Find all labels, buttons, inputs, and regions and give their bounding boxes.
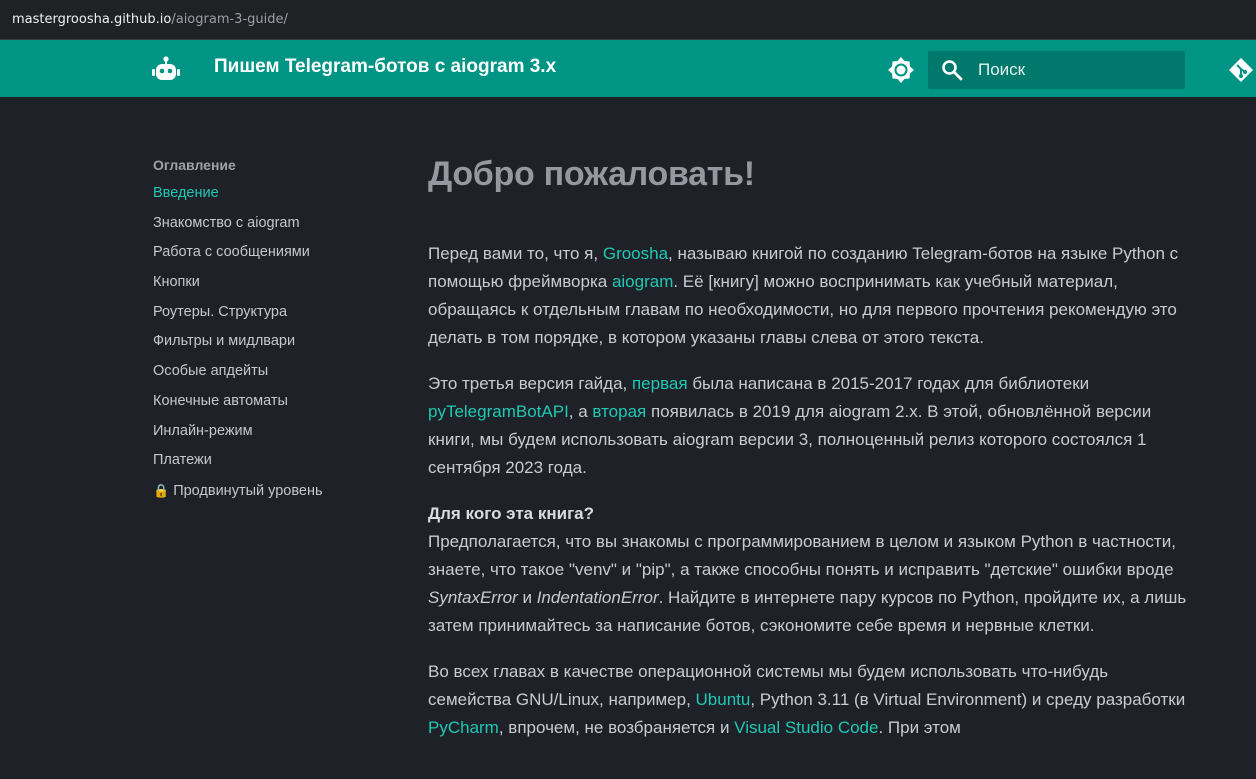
- pytelegrambotapi-link[interactable]: pyTelegramBotAPI: [428, 402, 569, 421]
- audience-heading: Для кого эта книга?: [428, 504, 594, 523]
- aiogram-link[interactable]: aiogram: [612, 272, 673, 291]
- sidebar-item-intro[interactable]: Введение: [153, 185, 393, 215]
- sidebar-item-payments[interactable]: Платежи: [153, 452, 393, 482]
- versions-paragraph: Это третья версия гайда, первая была нап…: [428, 370, 1188, 482]
- git-repo-icon[interactable]: [1228, 57, 1254, 83]
- ubuntu-link[interactable]: Ubuntu: [696, 690, 751, 709]
- article-content: Добро пожаловать! Перед вами то, что я, …: [428, 150, 1188, 742]
- text: , Python 3.11 (в Virtual Environment) и …: [750, 690, 1186, 709]
- vscode-link[interactable]: Visual Studio Code: [734, 718, 878, 737]
- url-host: mastergroosha.github.io: [12, 12, 172, 27]
- toc-title: Оглавление: [153, 157, 236, 173]
- sidebar-item-routers[interactable]: Роутеры. Структура: [153, 304, 393, 334]
- environment-paragraph: Во всех главах в качестве операционной с…: [428, 658, 1188, 742]
- sidebar-item-advanced-label: Продвинутый уровень: [173, 482, 323, 499]
- text: , впрочем, не возбраняется и: [498, 718, 735, 737]
- browser-address-bar[interactable]: mastergroosha.github.io/aiogram-3-guide/: [0, 0, 1256, 40]
- site-header: Пишем Telegram-ботов с aiogram 3.x: [0, 40, 1256, 97]
- search-icon: [942, 60, 963, 81]
- text: Это третья версия гайда,: [428, 374, 632, 393]
- second-version-link[interactable]: вторая: [592, 402, 646, 421]
- url-path: /aiogram-3-guide/: [171, 12, 288, 27]
- syntax-error-text: SyntaxError: [428, 588, 518, 607]
- text: Перед вами то, что я,: [428, 244, 603, 263]
- sidebar-item-inline[interactable]: Инлайн-режим: [153, 423, 393, 453]
- sidebar-item-special-updates[interactable]: Особые апдейты: [153, 363, 393, 393]
- intro-paragraph: Перед вами то, что я, Groosha, называю к…: [428, 240, 1188, 352]
- sidebar-item-buttons[interactable]: Кнопки: [153, 274, 393, 304]
- text: Предполагается, что вы знакомы с програм…: [428, 532, 1176, 579]
- lock-icon: 🔒: [153, 482, 170, 498]
- audience-paragraph: Для кого эта книга? Предполагается, что в…: [428, 500, 1188, 640]
- sidebar-item-advanced[interactable]: 🔒 Продвинутый уровень: [153, 482, 393, 512]
- sidebar-item-aiogram-intro[interactable]: Знакомство с aiogram: [153, 215, 393, 245]
- sidebar-item-filters[interactable]: Фильтры и мидлвари: [153, 333, 393, 363]
- search-input[interactable]: [976, 59, 1170, 81]
- page-title: Добро пожаловать!: [428, 155, 755, 193]
- site-title[interactable]: Пишем Telegram-ботов с aiogram 3.x: [214, 56, 556, 78]
- text: . При этом: [878, 718, 961, 737]
- sidebar-item-messages[interactable]: Работа с сообщениями: [153, 244, 393, 274]
- groosha-link[interactable]: Groosha: [603, 244, 668, 263]
- theme-toggle-icon[interactable]: [888, 57, 914, 83]
- pycharm-link[interactable]: PyCharm: [428, 718, 499, 737]
- sidebar-item-fsm[interactable]: Конечные автоматы: [153, 393, 393, 423]
- indentation-error-text: IndentationError: [536, 588, 659, 607]
- text: была написана в 2015-2017 годах для библ…: [687, 374, 1090, 393]
- robot-logo-icon[interactable]: [152, 56, 180, 82]
- search-box[interactable]: [928, 51, 1185, 89]
- text: и: [517, 588, 537, 607]
- first-version-link[interactable]: первая: [632, 374, 688, 393]
- text: , а: [568, 402, 593, 421]
- sidebar-toc: Оглавление Введение Знакомство с aiogram…: [153, 157, 393, 512]
